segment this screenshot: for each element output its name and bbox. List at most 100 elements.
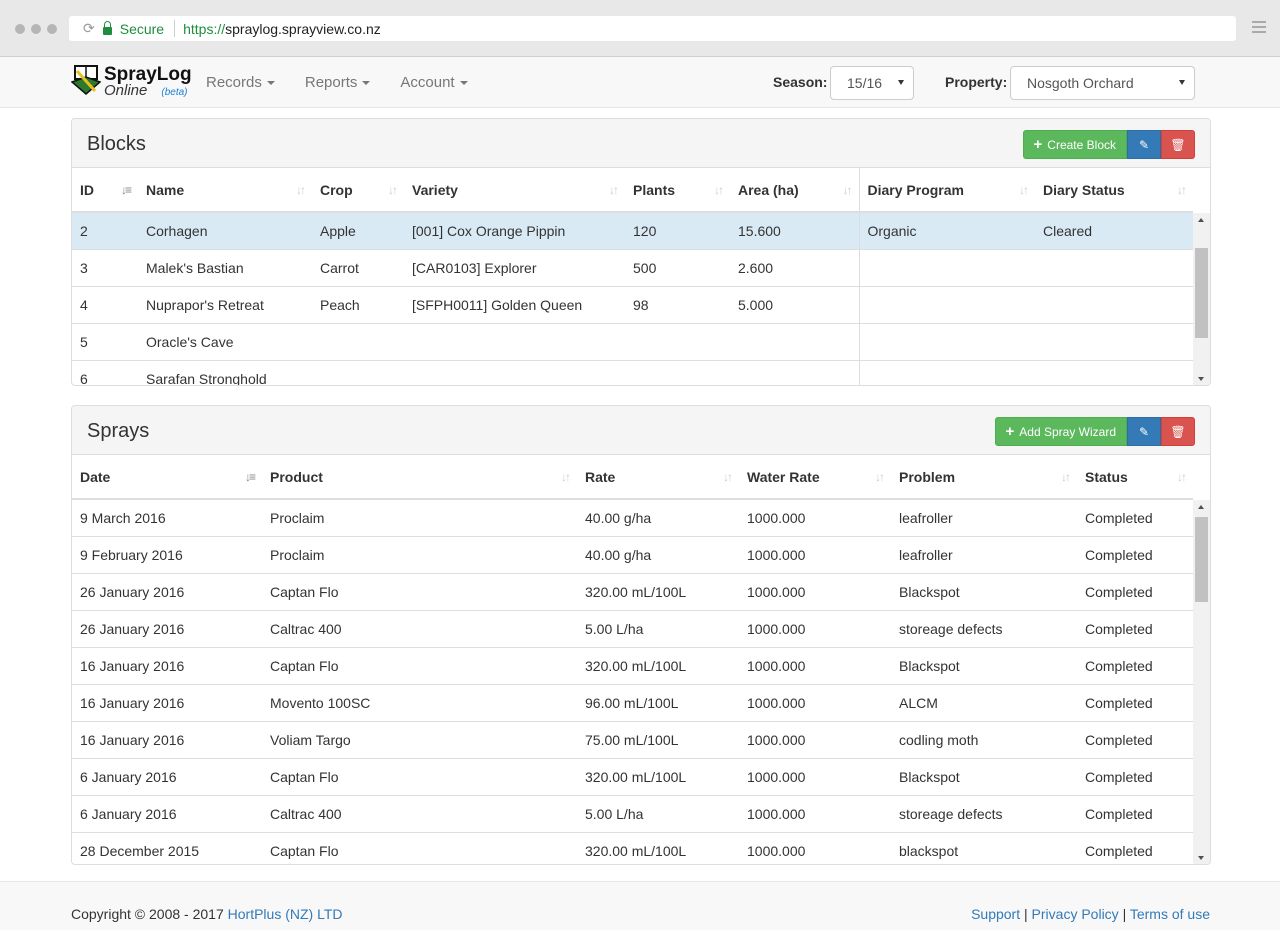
window-controls bbox=[15, 24, 57, 34]
column-header-id[interactable]: ID ↓≡ bbox=[72, 168, 138, 213]
delete-block-button[interactable]: 🗑 bbox=[1161, 130, 1195, 159]
sort-icon[interactable]: ↓↑ bbox=[843, 183, 853, 197]
property-select[interactable]: Nosgoth Orchard bbox=[1010, 66, 1195, 100]
sort-icon[interactable]: ↓≡ bbox=[245, 470, 256, 484]
sort-icon[interactable]: ↓↑ bbox=[1177, 470, 1187, 484]
scroll-up-icon[interactable] bbox=[1198, 218, 1204, 222]
column-header-product[interactable]: Product ↓↑ bbox=[262, 455, 577, 500]
column-header-diary-status[interactable]: Diary Status ↓↑ bbox=[1035, 168, 1193, 213]
table-cell: 2 bbox=[72, 211, 138, 249]
table-row[interactable]: 9 February 2016 Proclaim 40.00 g/ha 1000.00… bbox=[72, 535, 1193, 573]
scroll-up-icon[interactable] bbox=[1198, 505, 1204, 509]
table-row[interactable]: 28 December 2015 Captan Flo 320.00 mL/100L… bbox=[72, 831, 1193, 864]
table-cell: 4 bbox=[72, 285, 138, 323]
blocks-scrollbar[interactable] bbox=[1193, 213, 1210, 385]
column-header-variety[interactable]: Variety ↓↑ bbox=[404, 168, 625, 213]
table-cell: 320.00 mL/100L bbox=[577, 646, 739, 684]
table-cell: Blackspot bbox=[891, 757, 1077, 795]
table-cell: 40.00 g/ha bbox=[577, 498, 739, 536]
delete-spray-button[interactable]: 🗑 bbox=[1161, 417, 1195, 446]
table-row[interactable]: 16 January 2016 Movento 100SC 96.00 mL/100… bbox=[72, 683, 1193, 721]
nav-reports[interactable]: Reports bbox=[294, 74, 382, 91]
column-header-status[interactable]: Status ↓↑ bbox=[1077, 455, 1193, 500]
support-link[interactable]: Support bbox=[971, 906, 1020, 922]
column-header-problem[interactable]: Problem ↓↑ bbox=[891, 455, 1077, 500]
sort-icon[interactable]: ↓↑ bbox=[296, 183, 306, 197]
table-row[interactable]: 3 Malek's Bastian Carrot [CAR0103] Explorer… bbox=[72, 248, 1193, 286]
column-header-rate[interactable]: Rate ↓↑ bbox=[577, 455, 739, 500]
table-row[interactable]: 16 January 2016 Captan Flo 320.00 mL/100L 1… bbox=[72, 646, 1193, 684]
scroll-down-icon[interactable] bbox=[1198, 377, 1204, 381]
trash-icon: 🗑 bbox=[1170, 137, 1186, 152]
table-cell: Movento 100SC bbox=[262, 683, 577, 721]
table-cell: Captan Flo bbox=[262, 757, 577, 795]
url-text[interactable]: https://spraylog.sprayview.co.nz bbox=[183, 21, 381, 37]
table-row[interactable]: 6 January 2016 Captan Flo 320.00 mL/100L 10… bbox=[72, 757, 1193, 795]
privacy-policy-link[interactable]: Privacy Policy bbox=[1032, 906, 1119, 922]
table-cell: 1000.000 bbox=[739, 794, 891, 832]
table-cell: 26 January 2016 bbox=[72, 609, 262, 647]
sort-icon[interactable]: ↓≡ bbox=[121, 183, 132, 197]
lock-icon bbox=[102, 20, 112, 35]
column-header-area-ha[interactable]: Area (ha) ↓↑ bbox=[730, 168, 859, 213]
table-cell: 5.00 L/ha bbox=[577, 609, 739, 647]
season-label: Season: bbox=[773, 74, 828, 90]
add-spray-wizard-button[interactable]: + Add Spray Wizard bbox=[994, 417, 1127, 446]
nav-account[interactable]: Account bbox=[389, 74, 478, 91]
table-row[interactable]: 9 March 2016 Proclaim 40.00 g/ha 1000.000 le… bbox=[72, 498, 1193, 536]
sort-icon[interactable]: ↓↑ bbox=[609, 183, 619, 197]
sort-icon[interactable]: ↓↑ bbox=[875, 470, 885, 484]
table-cell: 1000.000 bbox=[739, 831, 891, 864]
caret-down-icon bbox=[459, 81, 468, 86]
column-header-crop[interactable]: Crop ↓↑ bbox=[312, 168, 404, 213]
sort-icon[interactable]: ↓↑ bbox=[1061, 470, 1071, 484]
column-header-name[interactable]: Name ↓↑ bbox=[138, 168, 312, 213]
table-cell: storeage defects bbox=[891, 794, 1077, 832]
table-row[interactable]: 26 January 2016 Caltrac 400 5.00 L/ha 1000.… bbox=[72, 609, 1193, 647]
table-cell: Peach bbox=[312, 285, 404, 323]
column-header-diary-program[interactable]: Diary Program ↓↑ bbox=[858, 168, 1035, 213]
browser-menu-icon[interactable] bbox=[1252, 21, 1266, 36]
table-cell: 320.00 mL/100L bbox=[577, 572, 739, 610]
terms-of-use-link[interactable]: Terms of use bbox=[1130, 906, 1210, 922]
sort-icon[interactable]: ↓↑ bbox=[1177, 183, 1187, 197]
address-bar[interactable]: ⟳ Secure https://spraylog.sprayview.co.n… bbox=[69, 16, 1236, 41]
table-row[interactable]: 26 January 2016 Captan Flo 320.00 mL/100L 1… bbox=[72, 572, 1193, 610]
sort-icon[interactable]: ↓↑ bbox=[1019, 183, 1029, 197]
column-header-plants[interactable]: Plants ↓↑ bbox=[625, 168, 730, 213]
company-link[interactable]: HortPlus (NZ) LTD bbox=[228, 906, 343, 922]
table-row[interactable]: 16 January 2016 Voliam Targo 75.00 mL/100L… bbox=[72, 720, 1193, 758]
table-cell: Captan Flo bbox=[262, 646, 577, 684]
column-header-water-rate[interactable]: Water Rate ↓↑ bbox=[739, 455, 891, 500]
edit-block-button[interactable]: ✎ bbox=[1127, 130, 1161, 159]
season-select[interactable]: 15/16 bbox=[830, 66, 914, 100]
sort-icon[interactable]: ↓↑ bbox=[388, 183, 398, 197]
table-cell: 16 January 2016 bbox=[72, 646, 262, 684]
table-cell bbox=[1035, 322, 1193, 360]
table-row[interactable]: 4 Nuprapor's Retreat Peach [SFPH0011] Golde… bbox=[72, 285, 1193, 323]
table-cell: Organic bbox=[858, 211, 1035, 249]
column-header-date[interactable]: Date ↓≡ bbox=[72, 455, 262, 500]
create-block-button[interactable]: + Create Block bbox=[1022, 130, 1127, 159]
sprays-scrollbar[interactable] bbox=[1193, 500, 1210, 864]
sort-icon[interactable]: ↓↑ bbox=[723, 470, 733, 484]
table-cell bbox=[1035, 359, 1193, 385]
sort-icon[interactable]: ↓↑ bbox=[714, 183, 724, 197]
table-row[interactable]: 6 January 2016 Caltrac 400 5.00 L/ha 1000.0… bbox=[72, 794, 1193, 832]
edit-spray-button[interactable]: ✎ bbox=[1127, 417, 1161, 446]
logo[interactable]: SprayLog Online (beta) bbox=[71, 65, 192, 100]
table-row[interactable]: 2 Corhagen Apple [001] Cox Orange Pippin 120… bbox=[72, 211, 1193, 249]
table-cell: ALCM bbox=[891, 683, 1077, 721]
table-cell: 1000.000 bbox=[739, 683, 891, 721]
table-cell: storeage defects bbox=[891, 609, 1077, 647]
sort-icon[interactable]: ↓↑ bbox=[561, 470, 571, 484]
scroll-down-icon[interactable] bbox=[1198, 856, 1204, 860]
table-cell bbox=[730, 359, 859, 385]
table-cell: 120 bbox=[625, 211, 730, 249]
nav-records[interactable]: Records bbox=[195, 74, 286, 91]
table-cell: [SFPH0011] Golden Queen bbox=[404, 285, 625, 323]
reload-icon[interactable]: ⟳ bbox=[83, 20, 95, 37]
table-row[interactable]: 6 Sarafan Stronghold bbox=[72, 359, 1193, 385]
table-row[interactable]: 5 Oracle's Cave bbox=[72, 322, 1193, 360]
sprays-title: Sprays bbox=[87, 420, 150, 442]
